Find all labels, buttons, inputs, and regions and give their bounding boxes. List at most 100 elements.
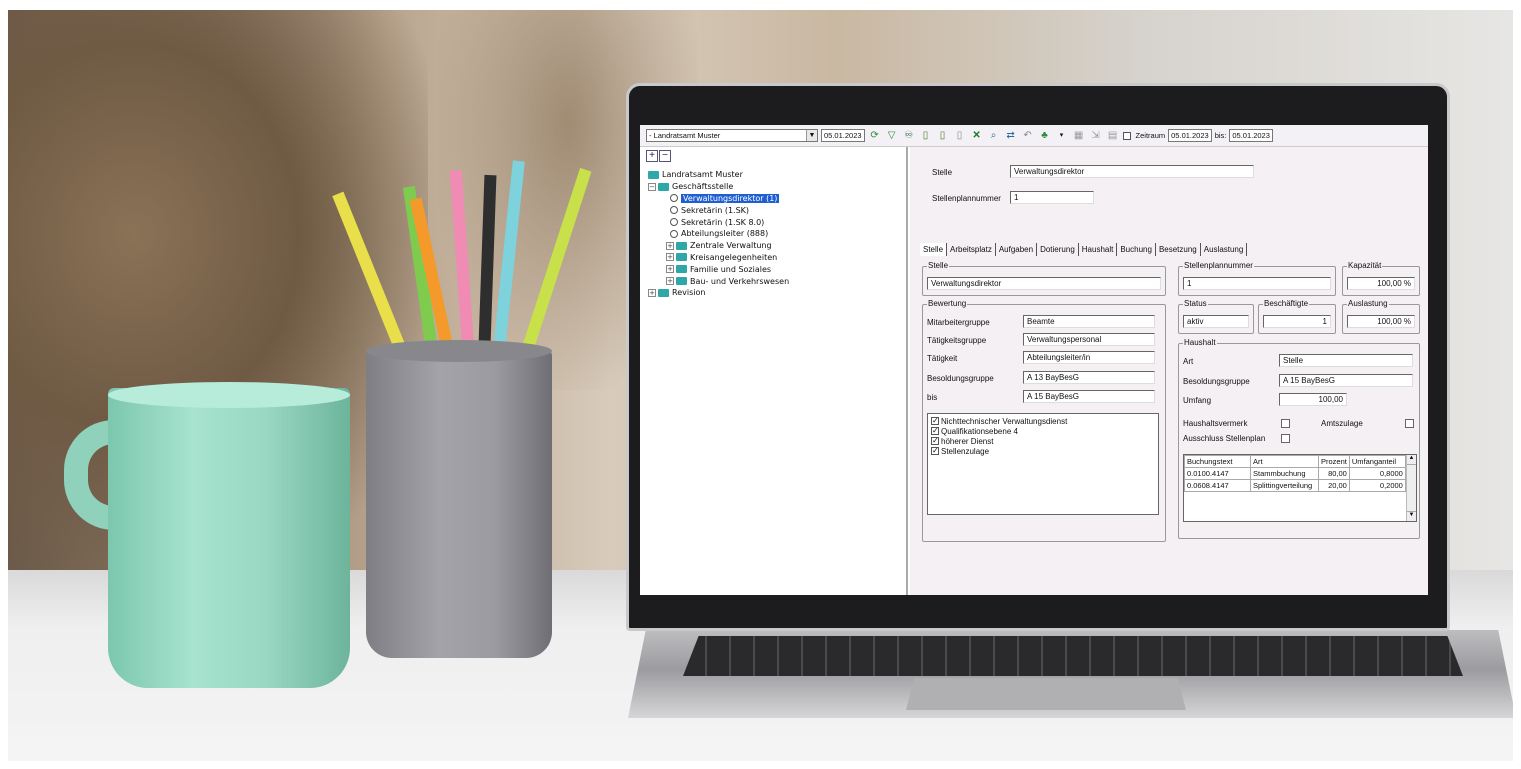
zeitraum-label: Zeitraum bbox=[1135, 131, 1166, 140]
beschaeftigte-group: Beschäftigte 1 bbox=[1258, 299, 1336, 334]
auslastung-group: Auslastung 100,00 % bbox=[1342, 299, 1420, 334]
collapse-icon[interactable]: − bbox=[648, 182, 656, 191]
tab-aufgaben[interactable]: Aufgaben bbox=[996, 243, 1038, 256]
chevron-down-icon[interactable]: ▾ bbox=[1055, 129, 1069, 143]
taetigkeit-field[interactable]: Abteilungsleiter/in bbox=[1023, 351, 1155, 364]
column-header[interactable]: Art bbox=[1250, 455, 1319, 468]
copy-document-icon[interactable]: ▯ bbox=[936, 129, 950, 143]
zeitraum-to-field[interactable]: 05.01.2023 bbox=[1229, 129, 1273, 142]
search-icon[interactable]: ⌕ bbox=[987, 129, 1001, 143]
new-document-icon[interactable]: ▯ bbox=[919, 129, 933, 143]
scroll-up-icon[interactable]: ▲ bbox=[1407, 455, 1416, 465]
column-header[interactable]: Prozent bbox=[1318, 455, 1350, 468]
expand-icon[interactable]: + bbox=[666, 277, 674, 286]
folder-icon bbox=[648, 170, 659, 179]
export-icon[interactable]: ⇲ bbox=[1089, 129, 1103, 143]
stelle-detail-field[interactable]: Verwaltungsdirektor bbox=[927, 277, 1161, 290]
date-field[interactable]: 05.01.2023 bbox=[821, 129, 865, 142]
filter-icon[interactable]: ▽ bbox=[885, 129, 899, 143]
ausschluss-checkbox[interactable] bbox=[1281, 434, 1290, 443]
folder-icon bbox=[676, 241, 687, 250]
expand-icon[interactable]: + bbox=[648, 288, 656, 297]
bewertung-group: Bewertung Mitarbeitergruppe Beamte Tätig… bbox=[922, 299, 1166, 542]
checkbox-checked-icon[interactable]: ✓ bbox=[931, 427, 939, 435]
column-header[interactable]: Buchungstext bbox=[1184, 455, 1251, 468]
tree-node-abteilungsleiter[interactable]: Abteilungsleiter (888) bbox=[648, 228, 789, 240]
tab-haushalt[interactable]: Haushalt bbox=[1079, 243, 1118, 256]
undo-icon[interactable]: ↶ bbox=[1021, 129, 1035, 143]
kapazitaet-field[interactable]: 100,00 % bbox=[1347, 277, 1415, 290]
mitarbeitergruppe-field[interactable]: Beamte bbox=[1023, 315, 1155, 328]
amtszulage-checkbox[interactable] bbox=[1405, 419, 1414, 428]
checkbox-checked-icon[interactable]: ✓ bbox=[931, 447, 939, 455]
tree-node-geschaeftsstelle[interactable]: − Geschäftsstelle bbox=[648, 181, 789, 193]
table-cell: 80,00 bbox=[1318, 467, 1350, 480]
tree-node-label: Sekretärin (1.SK 8.0) bbox=[681, 217, 765, 227]
tree-node-zentrale-verwaltung[interactable]: + Zentrale Verwaltung bbox=[648, 240, 789, 252]
bis-field[interactable]: A 15 BayBesG bbox=[1023, 390, 1155, 403]
tree-node-kreisangelegenheiten[interactable]: + Kreisangelegenheiten bbox=[648, 252, 789, 264]
refresh-icon[interactable]: ⟳ bbox=[868, 129, 882, 143]
replace-icon[interactable]: ⇄ bbox=[1004, 129, 1018, 143]
table-row[interactable]: 0.0100.4147 Stammbuchung 80,00 0,8000 bbox=[1184, 467, 1406, 480]
qualification-item[interactable]: ✓ Qualifikationsebene 4 bbox=[931, 426, 1155, 436]
tree-icon[interactable]: ♣ bbox=[1038, 129, 1052, 143]
tree-node-sekretaerin[interactable]: Sekretärin (1.SK 8.0) bbox=[648, 216, 789, 228]
expand-all-button[interactable]: + bbox=[646, 150, 658, 162]
grid-icon[interactable]: ▦ bbox=[1072, 129, 1086, 143]
stelle-field[interactable]: Verwaltungsdirektor bbox=[1010, 165, 1254, 178]
stellenplannummer-detail-field[interactable]: 1 bbox=[1183, 277, 1331, 290]
haushaltsvermerk-checkbox[interactable] bbox=[1281, 419, 1290, 428]
chevron-down-icon[interactable]: ▼ bbox=[806, 130, 817, 141]
expand-icon[interactable]: + bbox=[666, 265, 674, 274]
art-field[interactable]: Stelle bbox=[1279, 354, 1413, 367]
besoldungsgruppe-field[interactable]: A 13 BayBesG bbox=[1023, 371, 1155, 384]
tab-arbeitsplatz[interactable]: Arbeitsplatz bbox=[947, 243, 996, 256]
organization-select[interactable]: - Landratsamt Muster ▼ bbox=[646, 129, 818, 142]
tree-node-root[interactable]: Landratsamt Muster bbox=[648, 169, 789, 181]
table-header-row: Buchungstext Art Prozent Umfanganteil bbox=[1184, 455, 1406, 468]
tree-node-bau-verkehr[interactable]: + Bau- und Verkehrswesen bbox=[648, 275, 789, 287]
zeitraum-from-field[interactable]: 05.01.2023 bbox=[1168, 129, 1212, 142]
kapazitaet-group: Kapazität 100,00 % bbox=[1342, 261, 1420, 296]
auslastung-field[interactable]: 100,00 % bbox=[1347, 315, 1415, 328]
document-icon[interactable]: ▯ bbox=[953, 129, 967, 143]
collapse-all-button[interactable]: − bbox=[659, 150, 671, 162]
haushalt-besoldungsgruppe-field[interactable]: A 15 BayBesG bbox=[1279, 374, 1413, 387]
qualification-item[interactable]: ✓ Nichttechnischer Verwaltungsdienst bbox=[931, 416, 1155, 426]
qualification-item[interactable]: ✓ höherer Dienst bbox=[931, 436, 1155, 446]
zeitraum-checkbox[interactable] bbox=[1122, 131, 1131, 140]
table-cell: Splittingverteilung bbox=[1250, 479, 1319, 492]
tree-node-verwaltungsdirektor[interactable]: Verwaltungsdirektor (1) bbox=[648, 193, 789, 205]
tab-besetzung[interactable]: Besetzung bbox=[1156, 243, 1201, 256]
beschaeftigte-field[interactable]: 1 bbox=[1263, 315, 1331, 328]
tree-node-sekretaerin[interactable]: Sekretärin (1.SK) bbox=[648, 204, 789, 216]
table-row[interactable]: 0.0608.4147 Splittingverteilung 20,00 0,… bbox=[1184, 479, 1406, 492]
qualification-label: Qualifikationsebene 4 bbox=[941, 426, 1018, 436]
position-icon bbox=[670, 206, 678, 215]
table-scrollbar[interactable]: ▲ ▼ bbox=[1406, 455, 1416, 521]
mug-rim bbox=[108, 382, 350, 408]
tab-buchung[interactable]: Buchung bbox=[1117, 243, 1156, 256]
qualification-item[interactable]: ✓ Stellenzulage bbox=[931, 446, 1155, 456]
taetigkeitsgruppe-field[interactable]: Verwaltungspersonal bbox=[1023, 333, 1155, 346]
tree-node-familie-soziales[interactable]: + Familie und Soziales bbox=[648, 263, 789, 275]
stelle-label: Stelle bbox=[932, 168, 953, 177]
tab-stelle[interactable]: Stelle bbox=[920, 243, 948, 256]
delete-icon[interactable]: ✕ bbox=[970, 129, 984, 143]
tab-auslastung[interactable]: Auslastung bbox=[1201, 243, 1248, 256]
binoculars-icon[interactable]: ♾ bbox=[902, 129, 916, 143]
expand-icon[interactable]: + bbox=[666, 241, 674, 250]
checkbox-checked-icon[interactable]: ✓ bbox=[931, 437, 939, 445]
stellenplannummer-field[interactable]: 1 bbox=[1010, 191, 1094, 204]
tree-node-revision[interactable]: + Revision bbox=[648, 287, 789, 299]
status-field[interactable]: aktiv bbox=[1183, 315, 1249, 328]
tab-dotierung[interactable]: Dotierung bbox=[1037, 243, 1079, 256]
umfang-field[interactable]: 100,00 bbox=[1279, 393, 1347, 406]
group-title: Beschäftigte bbox=[1263, 299, 1310, 308]
expand-icon[interactable]: + bbox=[666, 253, 674, 262]
checkbox-checked-icon[interactable]: ✓ bbox=[931, 417, 939, 425]
scroll-down-icon[interactable]: ▼ bbox=[1407, 511, 1416, 521]
print-icon[interactable]: ▤ bbox=[1106, 129, 1120, 143]
column-header[interactable]: Umfanganteil bbox=[1348, 455, 1406, 468]
